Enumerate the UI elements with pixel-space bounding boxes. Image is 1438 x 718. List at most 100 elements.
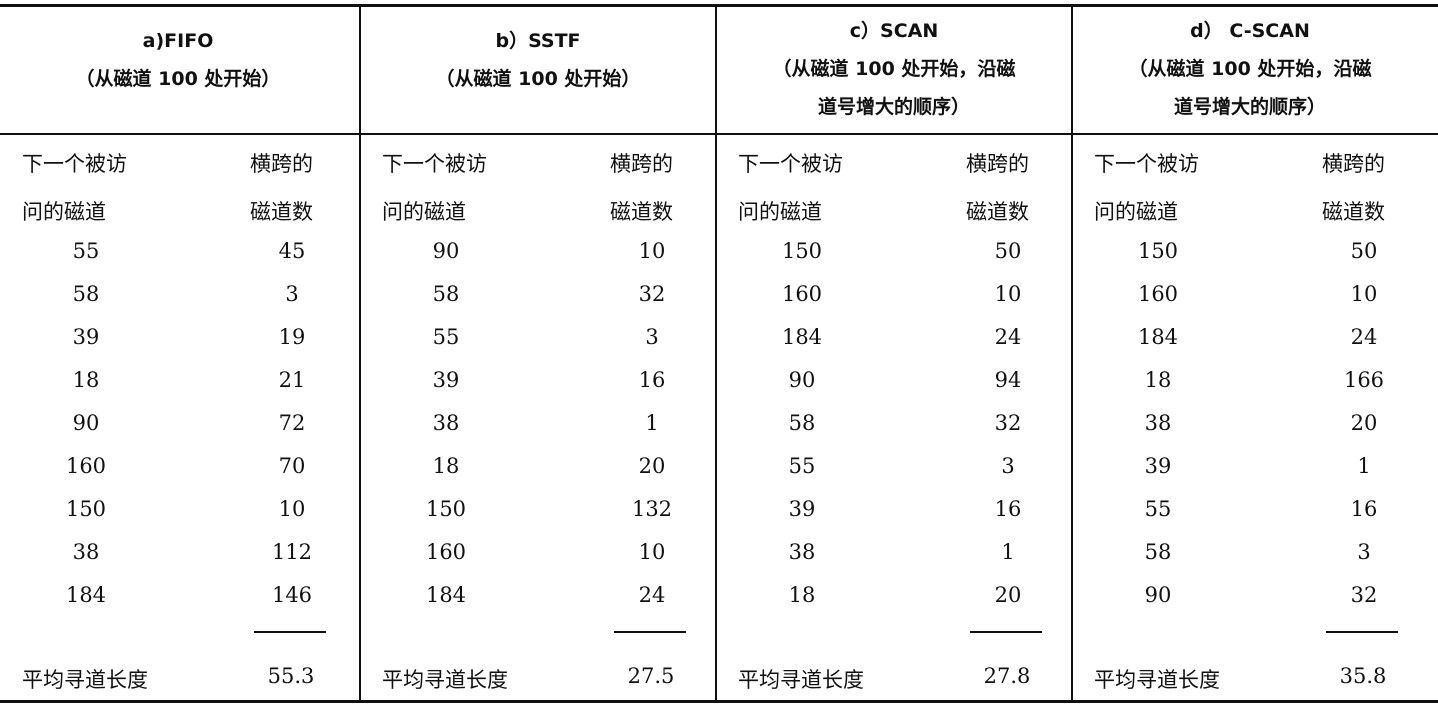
label-line: 问的磁道 [22, 200, 106, 224]
label-line: 问的磁道 [738, 200, 822, 224]
next-track-value: 39 [1144, 454, 1172, 478]
next-track-value: 55 [788, 454, 816, 478]
label-line: 下一个被访 [1094, 152, 1199, 176]
tracks-crossed-value: 50 [1350, 239, 1378, 263]
tracks-crossed-value: 3 [645, 325, 659, 349]
label-line: 横跨的 [966, 152, 1029, 176]
tracks-crossed-value: 16 [1350, 497, 1378, 521]
next-track-value: 150 [781, 239, 823, 263]
tracks-crossed-value: 24 [638, 583, 666, 607]
tracks-crossed-value: 50 [994, 239, 1022, 263]
tracks-crossed-value: 20 [994, 583, 1022, 607]
tracks-crossed-value: 1 [1001, 540, 1015, 564]
next-track-value: 55 [1144, 497, 1172, 521]
next-track-value: 58 [1144, 540, 1172, 564]
column-header: d） C-SCAN （从磁道 100 处开始，沿磁 道号增大的顺序） [1072, 12, 1428, 126]
tracks-crossed-value: 19 [278, 325, 306, 349]
label-line: 横跨的 [250, 152, 313, 176]
column-subtitle: （从磁道 100 处开始，沿磁 [1128, 58, 1372, 80]
tracks-crossed-value: 20 [1350, 411, 1378, 435]
next-track-value: 55 [72, 239, 100, 263]
label-next-track: 下一个被访 问的磁道 [1094, 140, 1199, 236]
tracks-crossed-value: 94 [994, 368, 1022, 392]
label-next-track: 下一个被访 问的磁道 [22, 140, 127, 236]
label-next-track: 下一个被访 问的磁道 [382, 140, 487, 236]
next-track-value: 18 [1144, 368, 1172, 392]
tracks-crossed-value: 32 [994, 411, 1022, 435]
average-seek-label: 平均寻道长度 [22, 668, 148, 692]
tracks-crossed-value: 16 [638, 368, 666, 392]
next-track-value: 39 [788, 497, 816, 521]
sum-separator [614, 631, 686, 633]
disk-scheduling-table: a)FIFO （从磁道 100 处开始） 下一个被访 问的磁道 横跨的 磁道数 55 45 58… [0, 4, 1438, 703]
label-tracks-crossed: 横跨的 磁道数 [250, 140, 313, 236]
column-title: b）SSTF [495, 30, 581, 52]
tracks-crossed-value: 166 [1343, 368, 1385, 392]
column-title: d） C-SCAN [1190, 20, 1310, 42]
tracks-crossed-value: 3 [1001, 454, 1015, 478]
tracks-crossed-value: 10 [1350, 282, 1378, 306]
tracks-crossed-value: 16 [994, 497, 1022, 521]
label-tracks-crossed: 横跨的 磁道数 [1322, 140, 1385, 236]
next-track-value: 150 [1137, 239, 1179, 263]
next-track-value: 150 [425, 497, 467, 521]
sum-separator [1326, 631, 1398, 633]
next-track-value: 38 [788, 540, 816, 564]
tracks-crossed-value: 10 [638, 239, 666, 263]
tracks-crossed-value: 72 [278, 411, 306, 435]
column-header: a)FIFO （从磁道 100 处开始） [0, 22, 356, 98]
average-seek-value: 35.8 [1339, 664, 1387, 688]
average-seek-value: 55.3 [267, 664, 315, 688]
next-track-value: 39 [432, 368, 460, 392]
tracks-crossed-value: 24 [994, 325, 1022, 349]
next-track-value: 38 [1144, 411, 1172, 435]
next-track-value: 184 [425, 583, 467, 607]
label-line: 问的磁道 [382, 200, 466, 224]
column-title: a)FIFO [142, 30, 214, 52]
next-track-value: 39 [72, 325, 100, 349]
next-track-value: 90 [1144, 583, 1172, 607]
label-line: 磁道数 [610, 200, 673, 224]
label-tracks-crossed: 横跨的 磁道数 [966, 140, 1029, 236]
tracks-crossed-value: 20 [638, 454, 666, 478]
label-tracks-crossed: 横跨的 磁道数 [610, 140, 673, 236]
next-track-value: 90 [432, 239, 460, 263]
tracks-crossed-value: 1 [645, 411, 659, 435]
tracks-crossed-value: 146 [271, 583, 313, 607]
next-track-value: 160 [1137, 282, 1179, 306]
next-track-value: 184 [65, 583, 107, 607]
sum-separator [970, 631, 1042, 633]
label-line: 问的磁道 [1094, 200, 1178, 224]
next-track-value: 58 [72, 282, 100, 306]
next-track-value: 18 [788, 583, 816, 607]
label-line: 下一个被访 [738, 152, 843, 176]
column-header: b）SSTF （从磁道 100 处开始） [360, 22, 716, 98]
next-track-value: 184 [1137, 325, 1179, 349]
label-line: 下一个被访 [382, 152, 487, 176]
tracks-crossed-value: 132 [631, 497, 673, 521]
column-subtitle: （从磁道 100 处开始） [435, 68, 641, 90]
next-track-value: 160 [781, 282, 823, 306]
tracks-crossed-value: 32 [638, 282, 666, 306]
next-track-value: 90 [788, 368, 816, 392]
next-track-value: 160 [425, 540, 467, 564]
next-track-value: 18 [432, 454, 460, 478]
tracks-crossed-value: 70 [278, 454, 306, 478]
next-track-value: 38 [432, 411, 460, 435]
column-title: c）SCAN [849, 20, 939, 42]
next-track-value: 150 [65, 497, 107, 521]
algorithm-column: d） C-SCAN （从磁道 100 处开始，沿磁 道号增大的顺序） 下一个被访问的磁… [1072, 4, 1428, 703]
tracks-crossed-value: 10 [994, 282, 1022, 306]
column-subtitle: （从磁道 100 处开始） [75, 68, 281, 90]
next-track-value: 90 [72, 411, 100, 435]
label-line: 横跨的 [610, 152, 673, 176]
tracks-crossed-value: 112 [271, 540, 313, 564]
column-subtitle: 道号增大的顺序） [1173, 96, 1326, 118]
label-line: 横跨的 [1322, 152, 1385, 176]
next-track-value: 18 [72, 368, 100, 392]
tracks-crossed-value: 10 [278, 497, 306, 521]
sum-separator [254, 631, 326, 633]
next-track-value: 184 [781, 325, 823, 349]
tracks-crossed-value: 45 [278, 239, 306, 263]
next-track-value: 55 [432, 325, 460, 349]
